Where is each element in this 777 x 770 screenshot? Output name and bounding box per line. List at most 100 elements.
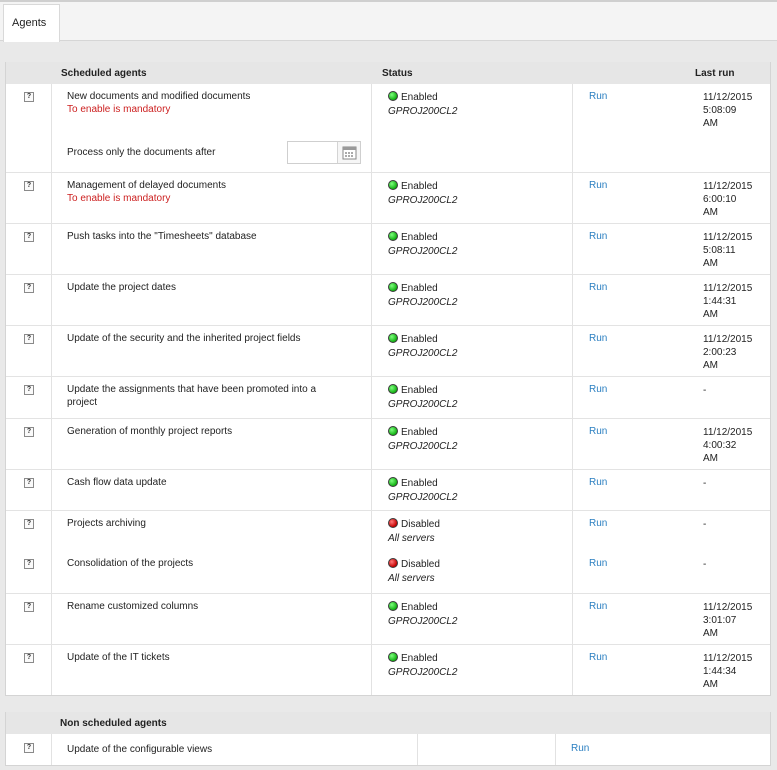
table-row: ? Update of the configurable views Run xyxy=(6,734,770,766)
status-text: Enabled xyxy=(401,283,438,294)
column-header-status: Status xyxy=(382,68,413,79)
status-cell: Disabled All servers xyxy=(388,518,440,545)
last-run-cell: 11/12/2015 3:01:07 AM xyxy=(703,601,765,640)
server-name: GPROJ200CL2 xyxy=(388,246,458,257)
last-run-cell: 11/12/2015 5:08:09 AM xyxy=(703,91,765,130)
help-icon[interactable]: ? xyxy=(24,92,34,102)
calendar-icon xyxy=(342,146,357,160)
server-name: All servers xyxy=(388,573,435,584)
help-icon[interactable]: ? xyxy=(24,385,34,395)
last-run-line: - xyxy=(703,385,707,396)
red-dot-icon xyxy=(388,518,398,528)
last-run-line: - xyxy=(703,519,707,530)
status-text: Enabled xyxy=(401,232,438,243)
help-icon[interactable]: ? xyxy=(24,743,34,753)
run-link[interactable]: Run xyxy=(589,91,607,102)
last-run-line: 11/12/2015 xyxy=(703,92,753,103)
server-name: GPROJ200CL2 xyxy=(388,616,458,627)
last-run-cell: - xyxy=(703,477,765,490)
server-name: GPROJ200CL2 xyxy=(388,106,458,117)
status-text: Enabled xyxy=(401,602,438,613)
last-run-line: AM xyxy=(703,360,718,371)
scheduled-agents-header: Scheduled agents Status Last run xyxy=(6,62,770,84)
run-link[interactable]: Run xyxy=(589,601,607,612)
green-dot-icon xyxy=(388,601,398,611)
agent-name-cell: Consolidation of the projects xyxy=(67,557,347,570)
last-run-line: 11/12/2015 xyxy=(703,283,753,294)
help-icon[interactable]: ? xyxy=(24,181,34,191)
agent-name: Generation of monthly project reports xyxy=(67,426,233,437)
tab-agents[interactable]: Agents xyxy=(3,4,60,42)
agent-name-cell: Cash flow data update xyxy=(67,476,347,489)
run-link[interactable]: Run xyxy=(589,180,607,191)
table-row: ? Update of the IT tickets Enabled GPROJ200… xyxy=(6,644,770,696)
last-run-line: 1:44:34 xyxy=(703,666,737,677)
help-icon[interactable]: ? xyxy=(24,334,34,344)
help-icon[interactable]: ? xyxy=(24,519,34,529)
status-cell: Enabled GPROJ200CL2 xyxy=(388,180,457,207)
calendar-button[interactable] xyxy=(337,142,360,163)
run-link[interactable]: Run xyxy=(589,384,607,395)
agent-name-cell: Management of delayed documents To enable… xyxy=(67,179,347,205)
last-run-cell: 11/12/2015 1:44:34 AM xyxy=(703,652,765,691)
server-name: All servers xyxy=(388,533,435,544)
status-cell: Enabled GPROJ200CL2 xyxy=(388,333,457,360)
status-text: Enabled xyxy=(401,653,438,664)
run-link[interactable]: Run xyxy=(571,743,589,754)
run-link[interactable]: Run xyxy=(589,477,607,488)
agent-name-cell: Generation of monthly project reports xyxy=(67,425,347,438)
status-text: Disabled xyxy=(401,519,440,530)
server-name: GPROJ200CL2 xyxy=(388,297,458,308)
agent-name: Update of the IT tickets xyxy=(67,652,170,663)
last-run-line: AM xyxy=(703,309,718,320)
last-run-cell: 11/12/2015 4:00:32 AM xyxy=(703,426,765,465)
agent-name-cell: Update the assignments that have been pr… xyxy=(67,383,347,409)
agent-name-cell: New documents and modified documents To e… xyxy=(67,90,347,116)
green-dot-icon xyxy=(388,282,398,292)
status-cell: Enabled GPROJ200CL2 xyxy=(388,477,457,504)
date-filter: Process only the documents after xyxy=(67,141,361,164)
run-link[interactable]: Run xyxy=(589,558,607,569)
help-icon[interactable]: ? xyxy=(24,602,34,612)
status-text: Enabled xyxy=(401,427,438,438)
table-row: ? Push tasks into the "Timesheets" databa… xyxy=(6,223,770,274)
run-link[interactable]: Run xyxy=(589,231,607,242)
status-text: Enabled xyxy=(401,478,438,489)
date-filter-label: Process only the documents after xyxy=(67,147,216,158)
run-link[interactable]: Run xyxy=(589,652,607,663)
agent-name-cell: Push tasks into the "Timesheets" databas… xyxy=(67,230,347,243)
server-name: GPROJ200CL2 xyxy=(388,195,458,206)
table-row: ? Projects archiving Disabled All servers Ru… xyxy=(6,510,770,551)
help-icon[interactable]: ? xyxy=(24,559,34,569)
table-row: ? Generation of monthly project reports En… xyxy=(6,418,770,469)
last-run-line: 11/12/2015 xyxy=(703,653,753,664)
agent-name-cell: Update of the security and the inherited… xyxy=(67,332,347,345)
agent-name: Projects archiving xyxy=(67,518,146,529)
agent-name: Cash flow data update xyxy=(67,477,167,488)
run-link[interactable]: Run xyxy=(589,426,607,437)
help-icon[interactable]: ? xyxy=(24,478,34,488)
run-link[interactable]: Run xyxy=(589,518,607,529)
table-row: ? Update of the security and the inherite… xyxy=(6,325,770,376)
run-link[interactable]: Run xyxy=(589,282,607,293)
last-run-line: 1:44:31 xyxy=(703,296,737,307)
help-icon[interactable]: ? xyxy=(24,653,34,663)
last-run-line: 11/12/2015 xyxy=(703,334,753,345)
status-cell: Enabled GPROJ200CL2 xyxy=(388,231,457,258)
table-row: ? Consolidation of the projects Disabled Al… xyxy=(6,551,770,593)
help-icon[interactable]: ? xyxy=(24,427,34,437)
last-run-line: - xyxy=(703,559,707,570)
help-icon[interactable]: ? xyxy=(24,232,34,242)
last-run-cell: 11/12/2015 5:08:11 AM xyxy=(703,231,765,270)
agent-name-cell: Update of the IT tickets xyxy=(67,651,347,664)
server-name: GPROJ200CL2 xyxy=(388,399,458,410)
help-icon[interactable]: ? xyxy=(24,283,34,293)
date-filter-input[interactable] xyxy=(287,141,361,164)
mandatory-note: To enable is mandatory xyxy=(67,104,171,115)
last-run-line: 5:08:09 xyxy=(703,105,737,116)
status-text: Enabled xyxy=(401,385,438,396)
agent-name-cell: Projects archiving xyxy=(67,517,347,530)
run-link[interactable]: Run xyxy=(589,333,607,344)
last-run-line: 11/12/2015 xyxy=(703,181,753,192)
status-cell: Enabled GPROJ200CL2 xyxy=(388,601,457,628)
